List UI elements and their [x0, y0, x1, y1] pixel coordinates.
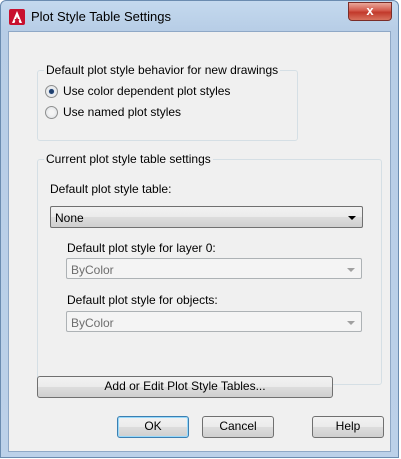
chevron-down-icon	[347, 321, 355, 325]
behavior-group-title: Default plot style behavior for new draw…	[44, 63, 281, 77]
radio-named-label: Use named plot styles	[63, 105, 182, 119]
radio-named[interactable]: Use named plot styles	[45, 105, 181, 119]
objects-dropdown[interactable]: ByColor	[66, 311, 362, 332]
objects-label: Default plot style for objects:	[67, 293, 218, 307]
chevron-down-icon	[347, 268, 355, 272]
default-table-value: None	[55, 211, 84, 225]
dialog-window: Plot Style Table Settings x Default plot…	[0, 0, 399, 458]
window-title: Plot Style Table Settings	[31, 9, 171, 24]
cancel-button[interactable]: Cancel	[202, 416, 274, 438]
layer0-label: Default plot style for layer 0:	[67, 241, 216, 255]
close-icon: x	[366, 3, 374, 18]
radio-button-checked[interactable]	[45, 84, 58, 98]
default-table-dropdown[interactable]: None	[50, 206, 363, 228]
radio-button-unchecked[interactable]	[45, 105, 58, 119]
layer0-dropdown[interactable]: ByColor	[66, 258, 362, 279]
help-button[interactable]: Help	[312, 416, 384, 438]
radio-color-dependent[interactable]: Use color dependent plot styles	[45, 84, 230, 98]
dialog-client: Default plot style behavior for new draw…	[8, 31, 391, 452]
default-table-label: Default plot style table:	[50, 182, 172, 196]
close-button[interactable]: x	[348, 2, 392, 21]
radio-color-dependent-label: Use color dependent plot styles	[63, 84, 231, 98]
objects-value: ByColor	[71, 316, 114, 330]
title-bar[interactable]: Plot Style Table Settings x	[1, 1, 398, 31]
behavior-group: Default plot style behavior for new draw…	[37, 63, 298, 141]
table-group-title: Current plot style table settings	[44, 152, 213, 166]
layer0-value: ByColor	[71, 263, 114, 277]
table-group: Current plot style table settings Defaul…	[37, 152, 382, 385]
autocad-icon	[9, 9, 25, 25]
ok-button[interactable]: OK	[117, 416, 189, 438]
chevron-down-icon	[348, 216, 356, 220]
add-edit-plot-style-tables-button[interactable]: Add or Edit Plot Style Tables...	[37, 376, 333, 398]
